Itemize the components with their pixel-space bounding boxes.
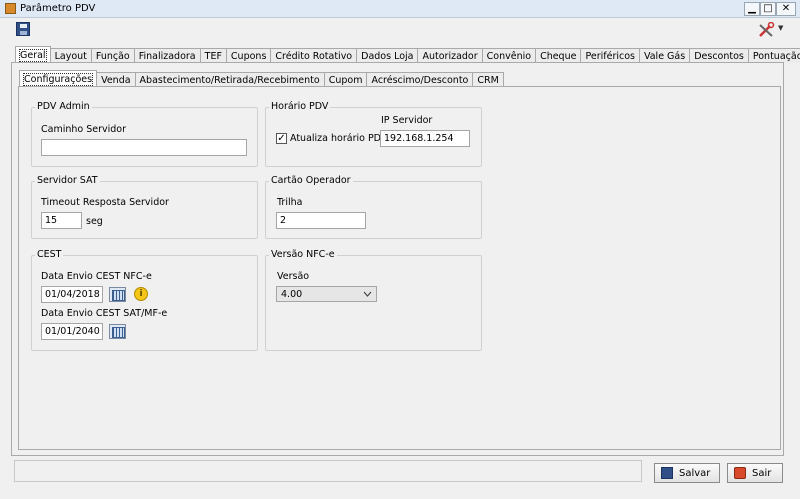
tab-label: Vale Gás (643, 50, 686, 62)
tab-label: Descontos (694, 50, 744, 62)
versao-select[interactable]: 4.00 (276, 286, 377, 302)
maximize-icon: □ (763, 3, 773, 14)
subtab-abastecimento-retirada-recebimento[interactable]: Abastecimento/Retirada/Recebimento (134, 72, 325, 87)
ip-servidor-input[interactable]: 192.168.1.254 (380, 130, 470, 147)
subtab-label: Cupom (328, 74, 363, 86)
maximize-button[interactable]: □ (760, 2, 776, 16)
servidor-sat-group (31, 181, 258, 239)
cest-sat-label: Data Envio CEST SAT/MF-e (41, 308, 168, 319)
tab-label: TEF (204, 50, 222, 62)
tab-descontos[interactable]: Descontos (689, 48, 749, 63)
save-toolbar-button[interactable] (16, 22, 30, 36)
trilha-input[interactable]: 2 (276, 212, 366, 229)
sair-label: Sair (752, 468, 772, 479)
ip-servidor-label: IP Servidor (381, 115, 433, 126)
tab-vale-gas[interactable]: Vale Gás (638, 48, 691, 63)
subtab-label: CRM (477, 74, 499, 86)
pdv-admin-group (31, 107, 258, 167)
tab-geral[interactable]: Geral (15, 46, 51, 63)
salvar-button[interactable]: Salvar (654, 463, 720, 483)
tab-label: Dados Loja (361, 50, 414, 62)
caminho-servidor-label: Caminho Servidor (41, 124, 127, 135)
cest-title: CEST (35, 249, 64, 260)
tab-label: Autorizador (422, 50, 478, 62)
chevron-down-icon (363, 291, 372, 297)
tab-perifericos[interactable]: Periféricos (580, 48, 640, 63)
exit-icon (734, 467, 746, 479)
cartao-operador-group (265, 181, 482, 239)
timeout-label: Timeout Resposta Servidor (41, 197, 169, 208)
atualiza-horario-checkbox[interactable]: ✓ (276, 133, 287, 144)
main-tabs: Geral Layout Função Finalizadora TEF Cupons Cr… (15, 46, 800, 63)
tab-cupons[interactable]: Cupons (225, 48, 272, 63)
tab-cheque[interactable]: Cheque (535, 48, 582, 63)
cartao-operador-title: Cartão Operador (269, 175, 353, 186)
tab-label: Cheque (540, 50, 577, 62)
close-icon: ✕ (781, 3, 791, 14)
subtab-venda[interactable]: Venda (96, 72, 136, 87)
tab-label: Cupons (230, 50, 267, 62)
cest-sat-date-input[interactable]: 01/01/2040 (41, 323, 103, 340)
pdv-admin-title: PDV Admin (35, 101, 92, 112)
versao-nfce-group (265, 255, 482, 351)
tab-layout[interactable]: Layout (49, 48, 92, 63)
tab-dados-loja[interactable]: Dados Loja (356, 48, 419, 63)
floppy-disk-icon (20, 24, 27, 28)
cest-nfce-calendar-icon[interactable] (109, 287, 126, 302)
sub-tabs: Configurações Venda Abastecimento/Retirada… (19, 70, 504, 87)
subtab-configuracoes[interactable]: Configurações (19, 70, 98, 87)
horario-pdv-title: Horário PDV (269, 101, 331, 112)
cest-sat-calendar-icon[interactable] (109, 324, 126, 339)
tools-icon (759, 22, 775, 37)
tab-label: Crédito Rotativo (275, 50, 353, 62)
close-button[interactable]: ✕ (776, 2, 796, 16)
subtab-label: Acréscimo/Desconto (371, 74, 469, 86)
subtab-cupom[interactable]: Cupom (323, 72, 368, 87)
subtab-label: Abastecimento/Retirada/Recebimento (139, 74, 320, 86)
window-title: Parâmetro PDV (20, 3, 96, 14)
app-icon (5, 3, 16, 14)
versao-nfce-title: Versão NFC-e (269, 249, 337, 260)
status-bar (14, 460, 642, 482)
title-bar: Parâmetro PDV ▁ □ ✕ (0, 0, 800, 18)
servidor-sat-title: Servidor SAT (35, 175, 100, 186)
cest-nfce-label: Data Envio CEST NFC-e (41, 271, 152, 282)
tab-label: Convênio (486, 50, 532, 62)
tab-label: Geral (19, 48, 47, 62)
floppy-disk-icon (661, 467, 673, 479)
minimize-icon: ▁ (748, 3, 756, 14)
tab-finalizadora[interactable]: Finalizadora (133, 48, 201, 63)
tab-label: Periféricos (585, 50, 635, 62)
tools-dropdown-icon: ▼ (778, 24, 784, 32)
caminho-servidor-input[interactable] (41, 139, 247, 156)
subtab-acrescimo-desconto[interactable]: Acréscimo/Desconto (366, 72, 474, 87)
salvar-label: Salvar (679, 468, 711, 479)
info-icon[interactable]: i (134, 287, 148, 301)
tab-credito-rotativo[interactable]: Crédito Rotativo (270, 48, 358, 63)
tab-tef[interactable]: TEF (199, 48, 227, 63)
cest-nfce-date-input[interactable]: 01/04/2018 (41, 286, 103, 303)
tab-label: Layout (54, 50, 87, 62)
tab-label: Finalizadora (138, 50, 196, 62)
timeout-input[interactable]: 15 (41, 212, 82, 229)
trilha-label: Trilha (277, 197, 303, 208)
atualiza-horario-label: Atualiza horário PDV (290, 133, 388, 144)
minimize-button[interactable]: ▁ (744, 2, 760, 16)
tools-menu-button[interactable]: ▼ (758, 22, 788, 38)
window-edge (785, 44, 797, 456)
subtab-label: Venda (101, 74, 131, 86)
tab-convenio[interactable]: Convênio (481, 48, 537, 63)
tab-funcao[interactable]: Função (90, 48, 135, 63)
subtab-label: Configurações (22, 72, 94, 86)
versao-label: Versão (277, 271, 310, 282)
versao-selected-value: 4.00 (281, 288, 303, 300)
tab-label: Função (95, 50, 130, 62)
toolbar: ▼ (0, 18, 800, 44)
tab-autorizador[interactable]: Autorizador (417, 48, 483, 63)
timeout-unit: seg (86, 216, 103, 227)
subtab-crm[interactable]: CRM (472, 72, 504, 87)
sair-button[interactable]: Sair (727, 463, 783, 483)
